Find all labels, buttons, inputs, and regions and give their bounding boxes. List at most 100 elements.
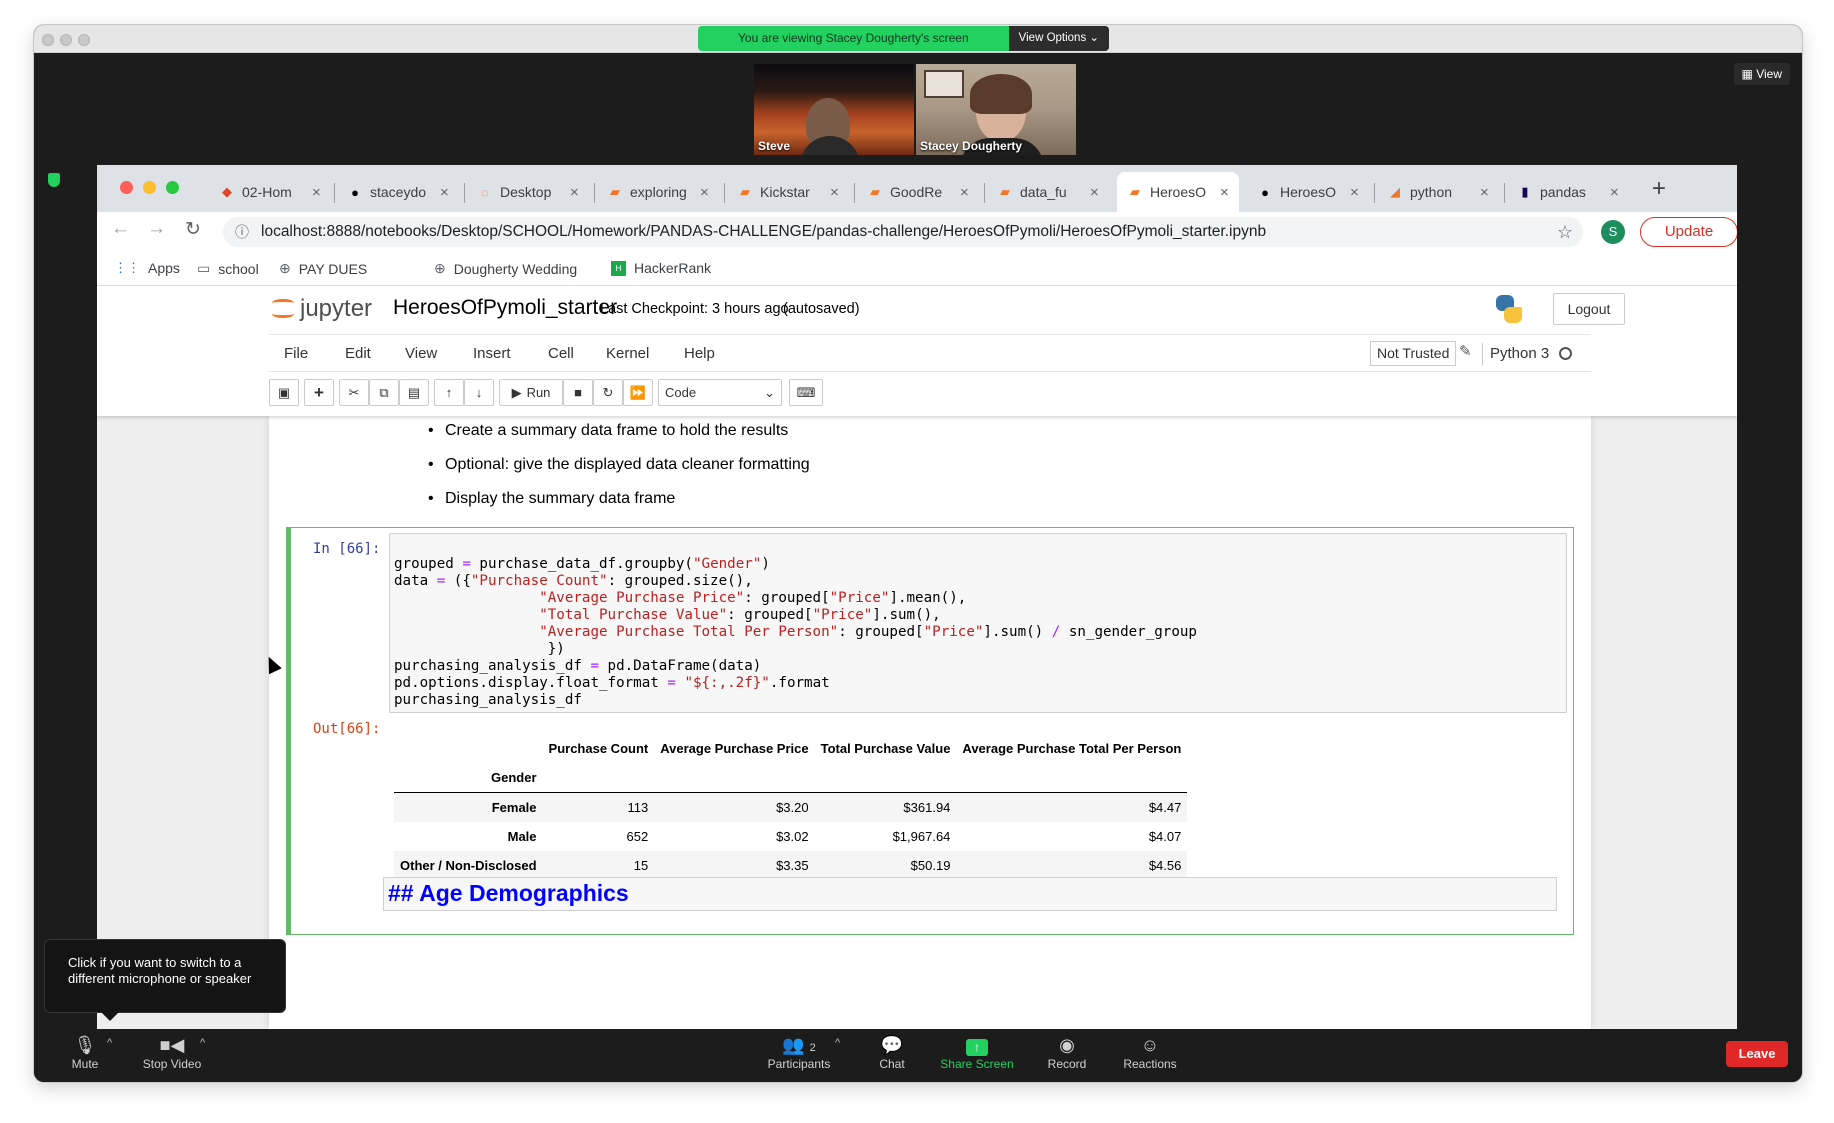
view-layout-button[interactable]: ▦ View: [1733, 63, 1790, 85]
participants-button[interactable]: 👥 2 Participants: [759, 1035, 839, 1071]
close-tab-icon[interactable]: ×: [1610, 184, 1619, 201]
profile-avatar[interactable]: S: [1601, 220, 1625, 244]
leave-button[interactable]: Leave: [1726, 1041, 1788, 1067]
close-tab-icon[interactable]: ×: [312, 184, 321, 201]
video-options-caret-icon[interactable]: ^: [200, 1037, 205, 1049]
back-icon[interactable]: ←: [111, 218, 130, 240]
code-line-1: grouped = purchase_data_df.groupby("Gend…: [394, 556, 770, 572]
cut-icon[interactable]: ✂: [339, 379, 369, 406]
menu-cell[interactable]: Cell: [548, 345, 574, 362]
close-tab-icon[interactable]: ×: [1090, 184, 1099, 201]
browser-tab[interactable]: ▰ exploring ×: [597, 172, 719, 212]
browser-tab[interactable]: ◢ python ×: [1377, 172, 1499, 212]
fast-forward-icon[interactable]: ⏩: [623, 379, 653, 406]
browser-tab[interactable]: ◆ 02-Hom ×: [209, 172, 331, 212]
zoom-window-button[interactable]: [78, 34, 90, 46]
stop-icon[interactable]: ■: [563, 379, 593, 406]
bookmark-school[interactable]: ▭ school: [197, 260, 259, 277]
browser-minimize-button[interactable]: [143, 181, 156, 194]
close-tab-icon[interactable]: ×: [960, 184, 969, 201]
bookmark-hackerrank[interactable]: H HackerRank: [611, 260, 711, 276]
browser-tab[interactable]: ● HeroesO ×: [1247, 172, 1369, 212]
copy-icon[interactable]: ⧉: [369, 379, 399, 406]
mute-button[interactable]: 🎙 Mute: [45, 1035, 125, 1071]
address-bar[interactable]: ⓘ localhost:8888/notebooks/Desktop/SCHOO…: [223, 217, 1583, 247]
new-tab-button[interactable]: +: [1652, 175, 1666, 203]
notebook-title[interactable]: HeroesOfPymoli_starter: [393, 296, 617, 320]
share-screen-button[interactable]: ↑ Share Screen: [937, 1035, 1017, 1071]
move-down-icon[interactable]: ↓: [464, 379, 494, 406]
record-button[interactable]: ◉ Record: [1027, 1035, 1107, 1071]
gitlab-icon: ◆: [222, 184, 232, 199]
menu-file[interactable]: File: [284, 345, 308, 362]
browser-tab-active[interactable]: ▰ HeroesO ×: [1117, 172, 1239, 212]
browser-tab[interactable]: ● staceydo ×: [337, 172, 459, 212]
save-icon[interactable]: ▣: [269, 379, 299, 406]
audio-options-caret-icon[interactable]: ^: [107, 1037, 112, 1049]
close-tab-icon[interactable]: ×: [570, 184, 579, 201]
menu-edit[interactable]: Edit: [345, 345, 371, 362]
bookmark-apps[interactable]: ⋮⋮ Apps: [114, 260, 180, 276]
code-editor[interactable]: grouped = purchase_data_df.groupby("Gend…: [389, 533, 1567, 713]
encryption-shield-icon[interactable]: [48, 173, 60, 187]
paste-icon[interactable]: ▤: [399, 379, 429, 406]
browser-maximize-button[interactable]: [166, 181, 179, 194]
shared-browser-window: ◆ 02-Hom × ● staceydo × ◌ Desktop × ▰ exploring…: [97, 165, 1737, 1029]
notebook-icon: ▰: [1000, 184, 1010, 199]
folder-icon: ▭: [197, 260, 211, 276]
chat-button[interactable]: 💬 Chat: [852, 1035, 932, 1071]
cell-type-select[interactable]: Code ⌄: [658, 379, 782, 406]
participant-video-steve[interactable]: Steve: [754, 64, 914, 155]
code-cell-selected[interactable]: In [66]: grouped = purchase_data_df.grou…: [286, 527, 1574, 935]
close-tab-icon[interactable]: ×: [1220, 184, 1229, 201]
close-window-button[interactable]: [42, 34, 54, 46]
run-button[interactable]: ▶ Run: [499, 379, 563, 406]
microphone-icon: 🎙: [73, 1035, 97, 1055]
restart-icon[interactable]: ↻: [593, 379, 623, 406]
code-line-5: "Average Purchase Total Per Person": gro…: [539, 624, 1197, 640]
browser-tab[interactable]: ◌ Desktop ×: [467, 172, 589, 212]
keyboard-icon[interactable]: ⌨: [789, 379, 823, 406]
insert-cell-icon[interactable]: +: [304, 379, 334, 406]
table-cell: $1,967.64: [892, 829, 951, 844]
jupyter-logo[interactable]: jupyter: [272, 295, 372, 323]
view-options-button[interactable]: View Options ⌄: [1008, 26, 1110, 51]
browser-tab[interactable]: ▰ GoodRe ×: [857, 172, 979, 212]
close-tab-icon[interactable]: ×: [830, 184, 839, 201]
close-tab-icon[interactable]: ×: [440, 184, 449, 201]
minimize-window-button[interactable]: [60, 34, 72, 46]
close-tab-icon[interactable]: ×: [1350, 184, 1359, 201]
code-line-3: "Average Purchase Price": grouped["Price…: [539, 590, 967, 606]
menu-help[interactable]: Help: [684, 345, 715, 362]
menu-kernel[interactable]: Kernel: [606, 345, 649, 362]
logout-button[interactable]: Logout: [1553, 293, 1625, 325]
column-header: Total Purchase Value: [820, 741, 951, 756]
move-up-icon[interactable]: ↑: [434, 379, 464, 406]
browser-tab[interactable]: ▰ Kickstar ×: [727, 172, 849, 212]
column-header: Average Purchase Total Per Person: [962, 741, 1182, 756]
browser-tab[interactable]: ▰ data_fu ×: [987, 172, 1109, 212]
index-name-row: Gender: [394, 763, 1188, 793]
participants-caret-icon[interactable]: ^: [835, 1037, 840, 1049]
markdown-cell-heading[interactable]: ## Age Demographics: [383, 877, 1557, 911]
not-trusted-button[interactable]: Not Trusted: [1370, 341, 1457, 366]
edit-pencil-icon[interactable]: ✎: [1459, 342, 1472, 360]
bookmark-pay-dues[interactable]: ⊕ PAY DUES: [279, 260, 367, 277]
forward-icon[interactable]: →: [147, 218, 166, 240]
jupyter-menubar: File Edit View Insert Cell Kernel Help N…: [97, 334, 1737, 372]
browser-tab[interactable]: ▮ pandas ×: [1507, 172, 1629, 212]
participant-video-stacey[interactable]: Stacey Dougherty: [916, 64, 1076, 155]
bookmark-dougherty-wedding[interactable]: ⊕ Dougherty Wedding: [434, 260, 577, 277]
bookmark-star-icon[interactable]: ☆: [1557, 217, 1573, 247]
reload-icon[interactable]: ↻: [185, 218, 201, 241]
table-row: Other / Non-Disclosed 15 $3.35 $50.19 $4…: [394, 851, 1188, 880]
reactions-button[interactable]: ☺ Reactions: [1110, 1035, 1190, 1071]
close-tab-icon[interactable]: ×: [1480, 184, 1489, 201]
browser-close-button[interactable]: [120, 181, 133, 194]
close-tab-icon[interactable]: ×: [700, 184, 709, 201]
checkpoint-status: Last Checkpoint: 3 hours ago: [600, 301, 789, 317]
update-button[interactable]: Update: [1640, 217, 1737, 247]
kernel-name[interactable]: Python 3: [1490, 345, 1549, 362]
menu-view[interactable]: View: [405, 345, 437, 362]
menu-insert[interactable]: Insert: [473, 345, 511, 362]
